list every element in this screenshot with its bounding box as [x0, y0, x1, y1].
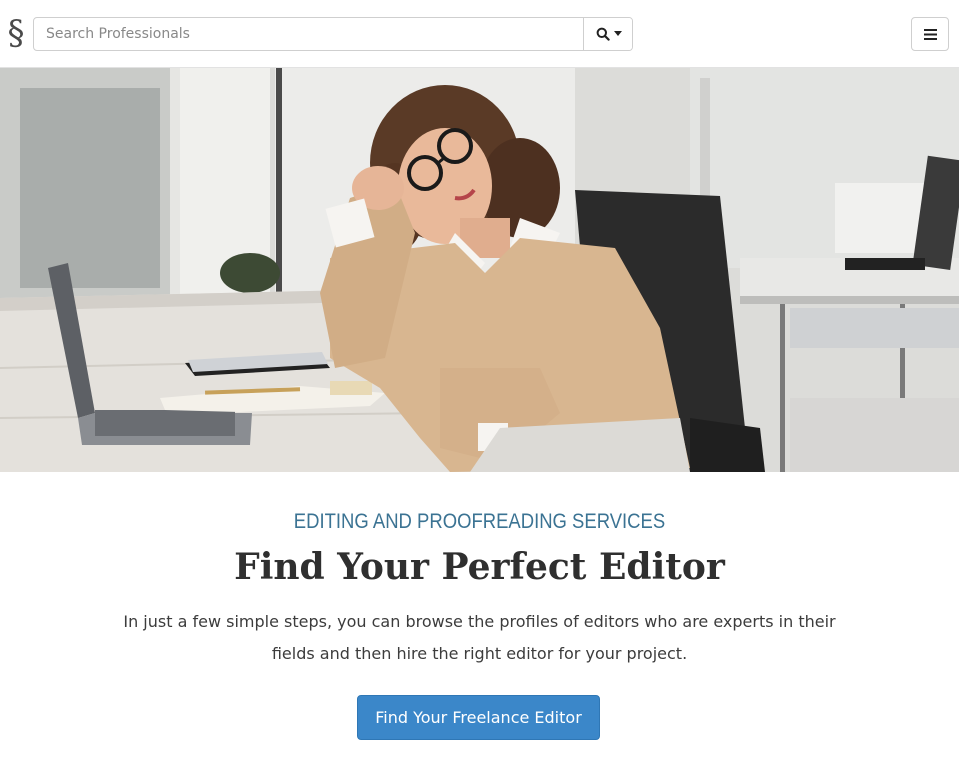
find-freelance-editor-button[interactable]: Find Your Freelance Editor — [357, 695, 600, 740]
site-logo[interactable]: § — [6, 14, 26, 52]
hero-content: EDITING AND PROOFREADING SERVICES Find Y… — [0, 472, 959, 772]
top-navbar: § — [0, 0, 959, 68]
search-icon — [596, 27, 610, 41]
photo-woman-at-desk-with-laptop — [0, 68, 959, 472]
search-input[interactable] — [34, 18, 583, 50]
page-title: Find Your Perfect Editor — [234, 546, 725, 588]
section-eyebrow: EDITING AND PROOFREADING SERVICES — [293, 510, 666, 533]
intro-paragraph: In just a few simple steps, you can brow… — [123, 612, 836, 663]
caret-down-icon — [613, 31, 622, 36]
hero-image — [0, 68, 959, 472]
section-sign-logo-icon: § — [7, 13, 25, 53]
search-dropdown-button[interactable] — [583, 18, 632, 50]
hamburger-menu-icon — [923, 28, 937, 40]
menu-toggle-button[interactable] — [911, 17, 949, 51]
search-group — [33, 17, 633, 51]
